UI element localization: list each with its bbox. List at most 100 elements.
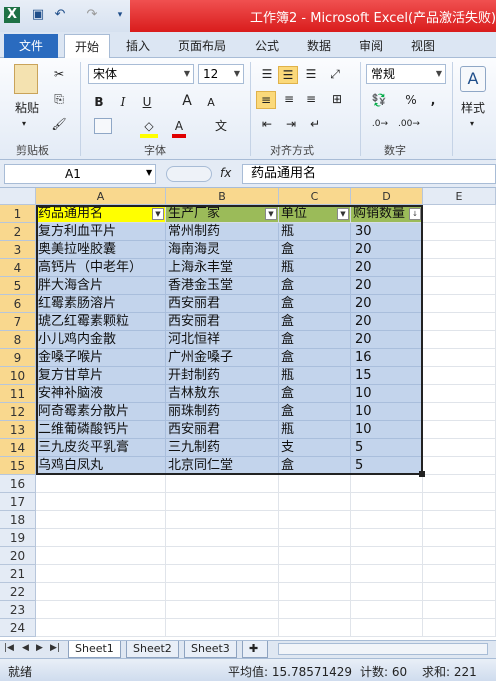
sheet-tab-sheet3[interactable]: Sheet3	[184, 641, 237, 658]
row-header[interactable]: 3	[0, 241, 36, 259]
tab-review[interactable]: 审阅	[359, 37, 383, 54]
formula-input[interactable]: 药品通用名	[242, 164, 496, 184]
tab-file[interactable]: 文件	[4, 34, 58, 58]
table-cell[interactable]: 北京同仁堂	[166, 457, 279, 475]
empty-cell[interactable]	[423, 367, 496, 385]
empty-cell[interactable]	[36, 529, 166, 547]
empty-cell[interactable]	[36, 511, 166, 529]
insert-sheet-icon[interactable]: ✚	[242, 641, 268, 658]
row-header[interactable]: 17	[0, 493, 36, 511]
undo-icon[interactable]: ↶	[52, 7, 68, 23]
fill-color-icon[interactable]: ◇	[140, 118, 158, 138]
formula-bar-resize-handle[interactable]	[166, 166, 212, 182]
table-cell[interactable]: 盒	[279, 313, 351, 331]
empty-cell[interactable]	[351, 475, 423, 493]
column-header-d[interactable]: D	[351, 188, 423, 205]
empty-cell[interactable]	[279, 529, 351, 547]
align-right-icon[interactable]: ≡	[302, 91, 320, 107]
redo-icon[interactable]: ↷	[84, 7, 100, 23]
empty-cell[interactable]	[36, 601, 166, 619]
table-cell[interactable]: 丽珠制药	[166, 403, 279, 421]
table-cell[interactable]: 奥美拉唑胶囊	[36, 241, 166, 259]
table-cell[interactable]: 10	[351, 421, 423, 439]
table-cell[interactable]: 三九皮炎平乳膏	[36, 439, 166, 457]
row-header[interactable]: 24	[0, 619, 36, 637]
filter-dropdown-icon[interactable]: ▼	[152, 208, 164, 220]
empty-cell[interactable]	[166, 493, 279, 511]
align-bottom-icon[interactable]: ☰	[302, 66, 320, 82]
row-header[interactable]: 7	[0, 313, 36, 331]
empty-cell[interactable]	[279, 583, 351, 601]
borders-icon[interactable]	[94, 118, 112, 134]
tab-home[interactable]: 开始	[64, 34, 111, 59]
table-cell[interactable]: 高钙片（中老年）	[36, 259, 166, 277]
horizontal-scrollbar[interactable]	[278, 643, 488, 655]
align-middle-icon[interactable]: ☰	[278, 66, 298, 84]
table-cell[interactable]: 瓶	[279, 223, 351, 241]
select-all-corner[interactable]	[0, 188, 36, 205]
table-cell[interactable]: 20	[351, 313, 423, 331]
table-cell[interactable]: 20	[351, 241, 423, 259]
cut-icon[interactable]: ✂	[50, 66, 68, 82]
copy-icon[interactable]: ⎘	[50, 91, 68, 107]
filter-dropdown-icon[interactable]: ▼	[337, 208, 349, 220]
filter-dropdown-icon[interactable]: ↓	[409, 208, 421, 220]
align-center-icon[interactable]: ≡	[280, 91, 298, 107]
table-cell[interactable]: 20	[351, 277, 423, 295]
styles-icon[interactable]: A	[460, 66, 486, 92]
table-cell[interactable]: 盒	[279, 241, 351, 259]
row-header[interactable]: 2	[0, 223, 36, 241]
empty-cell[interactable]	[423, 511, 496, 529]
empty-cell[interactable]	[351, 529, 423, 547]
column-header-a[interactable]: A	[36, 188, 166, 205]
font-name-select[interactable]: 宋体 ▼	[88, 64, 194, 84]
shrink-font-button[interactable]: A	[204, 95, 218, 111]
table-cell[interactable]: 香港金玉堂	[166, 277, 279, 295]
column-header-e[interactable]: E	[423, 188, 496, 205]
empty-cell[interactable]	[36, 565, 166, 583]
table-cell[interactable]: 盒	[279, 277, 351, 295]
empty-cell[interactable]	[166, 565, 279, 583]
empty-cell[interactable]	[423, 385, 496, 403]
table-cell[interactable]: 5	[351, 457, 423, 475]
empty-cell[interactable]	[423, 439, 496, 457]
table-cell[interactable]: 瓶	[279, 421, 351, 439]
orientation-icon[interactable]: ⤢	[326, 66, 344, 82]
tab-page-layout[interactable]: 页面布局	[178, 37, 226, 54]
first-sheet-icon[interactable]: |◀	[4, 643, 14, 653]
sheet-tab-sheet2[interactable]: Sheet2	[126, 641, 179, 658]
empty-cell[interactable]	[166, 583, 279, 601]
grow-font-button[interactable]: A	[180, 93, 194, 109]
empty-cell[interactable]	[166, 601, 279, 619]
row-header[interactable]: 21	[0, 565, 36, 583]
decrease-decimal-icon[interactable]: .00→	[398, 116, 420, 132]
font-color-icon[interactable]: A	[172, 118, 186, 138]
row-header[interactable]: 12	[0, 403, 36, 421]
empty-cell[interactable]	[166, 619, 279, 637]
table-cell[interactable]: 16	[351, 349, 423, 367]
row-header[interactable]: 18	[0, 511, 36, 529]
bold-button[interactable]: B	[92, 94, 106, 110]
row-header[interactable]: 4	[0, 259, 36, 277]
filter-dropdown-icon[interactable]: ▼	[265, 208, 277, 220]
table-cell[interactable]: 10	[351, 403, 423, 421]
empty-cell[interactable]	[351, 619, 423, 637]
table-cell[interactable]: 小儿鸡内金散	[36, 331, 166, 349]
fill-handle[interactable]	[419, 471, 425, 477]
empty-cell[interactable]	[279, 601, 351, 619]
row-header[interactable]: 10	[0, 367, 36, 385]
table-cell[interactable]: 30	[351, 223, 423, 241]
empty-cell[interactable]	[423, 205, 496, 223]
table-cell[interactable]: 盒	[279, 385, 351, 403]
empty-cell[interactable]	[36, 619, 166, 637]
row-header[interactable]: 6	[0, 295, 36, 313]
table-cell[interactable]: 开封制药	[166, 367, 279, 385]
empty-cell[interactable]	[423, 529, 496, 547]
empty-cell[interactable]	[166, 529, 279, 547]
table-cell[interactable]: 乌鸡白凤丸	[36, 457, 166, 475]
empty-cell[interactable]	[279, 565, 351, 583]
empty-cell[interactable]	[36, 583, 166, 601]
empty-cell[interactable]	[423, 421, 496, 439]
table-cell[interactable]: 5	[351, 439, 423, 457]
empty-cell[interactable]	[423, 565, 496, 583]
